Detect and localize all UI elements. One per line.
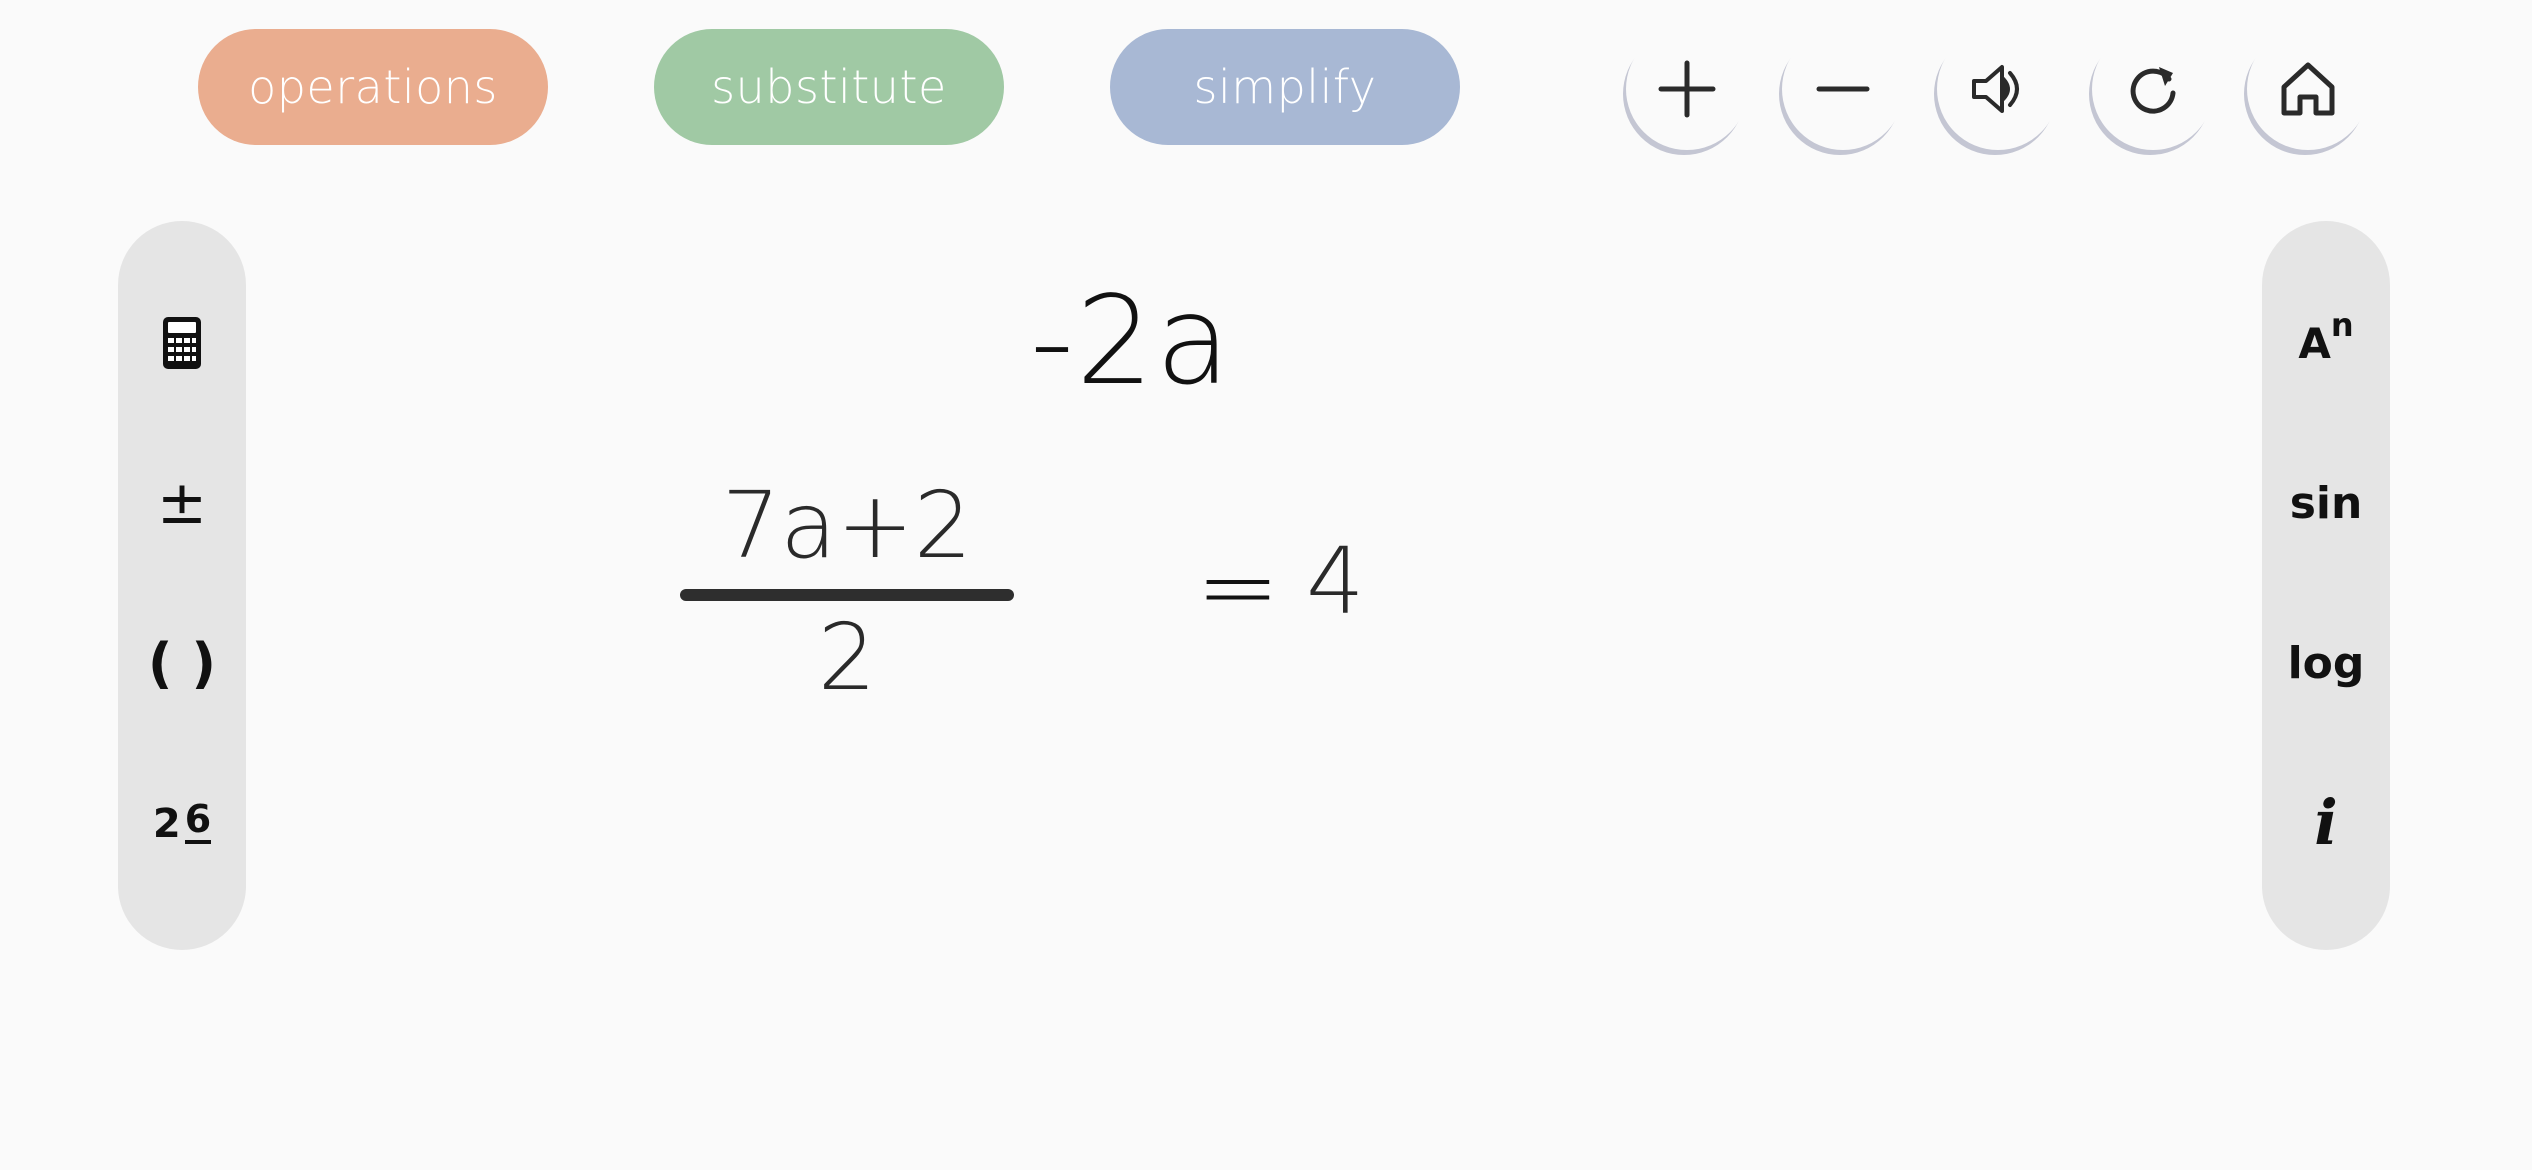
speaker-icon <box>1972 65 2019 113</box>
calculator-button[interactable] <box>118 288 246 398</box>
log-button[interactable]: log <box>2262 608 2390 718</box>
right-palette: A n sin log i <box>2262 221 2390 950</box>
sound-button[interactable] <box>1937 28 2059 150</box>
plus-minus-label: ± <box>156 468 208 538</box>
exponent-base: A <box>2298 318 2331 368</box>
substitute-button-label: substitute <box>711 60 947 114</box>
imaginary-button[interactable]: i <box>2262 767 2390 877</box>
simplify-button-label: simplify <box>1193 60 1377 114</box>
fraction-button[interactable]: 2 6 <box>118 767 246 877</box>
exponent-button[interactable]: A n <box>2262 288 2390 398</box>
parentheses-button[interactable]: ( ) <box>118 608 246 718</box>
minus-icon <box>1816 86 1870 92</box>
fraction-denominator[interactable]: 2 <box>680 604 1014 711</box>
fraction-top: 6 <box>184 800 212 844</box>
fraction-whole: 2 <box>152 801 181 847</box>
operations-button[interactable]: operations <box>198 29 548 145</box>
fraction-bar <box>680 589 1014 601</box>
reset-button[interactable] <box>2092 28 2214 150</box>
right-hand-side[interactable]: 4 <box>1306 528 1365 635</box>
calculator-icon <box>163 317 201 369</box>
plus-icon <box>1658 60 1716 118</box>
left-palette: ± ( ) 2 6 <box>118 221 246 950</box>
exponent-power: n <box>2330 306 2354 344</box>
zoom-out-button[interactable] <box>1782 28 1904 150</box>
home-button[interactable] <box>2247 28 2369 150</box>
fraction-numerator[interactable]: 7a+2 <box>680 472 1014 579</box>
home-icon <box>2281 62 2335 116</box>
sin-label: sin <box>2289 477 2363 529</box>
fraction-icon: 2 6 <box>152 800 212 847</box>
operations-button-label: operations <box>248 60 498 114</box>
plus-minus-button[interactable]: ± <box>118 448 246 558</box>
imaginary-label: i <box>2314 785 2338 859</box>
equals-sign: = <box>1196 528 1280 645</box>
parentheses-label: ( ) <box>147 631 217 695</box>
reset-icon <box>2130 67 2176 114</box>
sin-button[interactable]: sin <box>2262 448 2390 558</box>
zoom-in-button[interactable] <box>1626 28 1748 150</box>
floating-term[interactable]: -2a <box>1030 270 1232 412</box>
log-label: log <box>2287 637 2365 689</box>
substitute-button[interactable]: substitute <box>654 29 1004 145</box>
simplify-button[interactable]: simplify <box>1110 29 1460 145</box>
